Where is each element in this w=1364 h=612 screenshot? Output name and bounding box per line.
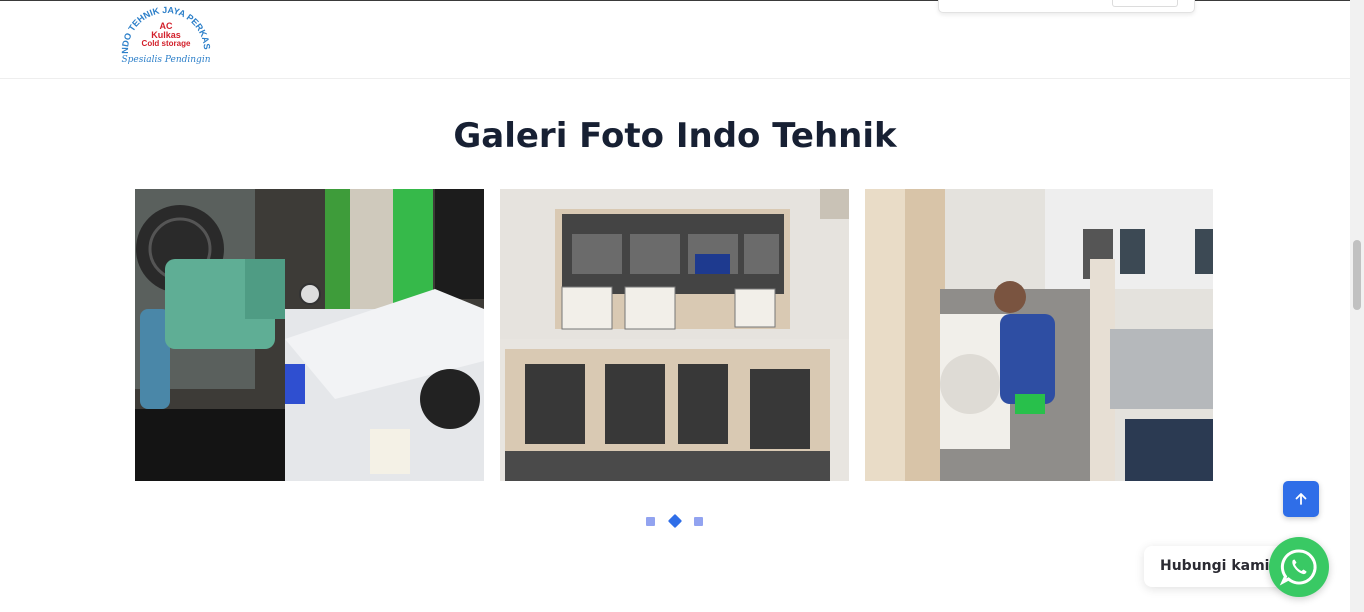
chat-label[interactable]: Hubungi kami xyxy=(1144,546,1284,587)
carousel-dots xyxy=(646,513,710,529)
technician-photo xyxy=(865,189,1213,481)
gallery-slide-technician[interactable] xyxy=(865,189,1213,481)
carousel-dot-1[interactable] xyxy=(646,517,655,526)
carousel-dot-2[interactable] xyxy=(667,513,683,529)
logo-tagline: Spesialis Pendingin xyxy=(121,55,211,65)
arrow-up-icon xyxy=(1295,493,1307,505)
page-scrollbar[interactable] xyxy=(1350,0,1364,612)
gallery-title: Galeri Foto Indo Tehnik xyxy=(453,116,897,156)
whatsapp-icon xyxy=(1279,549,1317,586)
scrollbar-thumb[interactable] xyxy=(1353,240,1361,310)
gallery-slide-ac-cages[interactable] xyxy=(500,189,849,481)
logo-line-cold-storage: Cold storage xyxy=(141,39,191,48)
dropdown-inner xyxy=(1112,0,1178,7)
gallery-slide-compressor[interactable] xyxy=(135,189,484,481)
site-header: INDO TEHNIK JAYA PERKASA AC Kulkas Cold … xyxy=(0,0,1350,79)
back-to-top-button[interactable] xyxy=(1283,481,1319,517)
chat-label-text: Hubungi kami xyxy=(1160,558,1270,574)
ac-cages-photo xyxy=(500,189,849,481)
dropdown-panel xyxy=(938,0,1195,13)
compressor-photo xyxy=(135,189,484,481)
carousel-dot-3[interactable] xyxy=(694,517,703,526)
brand-logo[interactable]: INDO TEHNIK JAYA PERKASA AC Kulkas Cold … xyxy=(118,5,214,73)
whatsapp-button[interactable] xyxy=(1269,537,1329,597)
